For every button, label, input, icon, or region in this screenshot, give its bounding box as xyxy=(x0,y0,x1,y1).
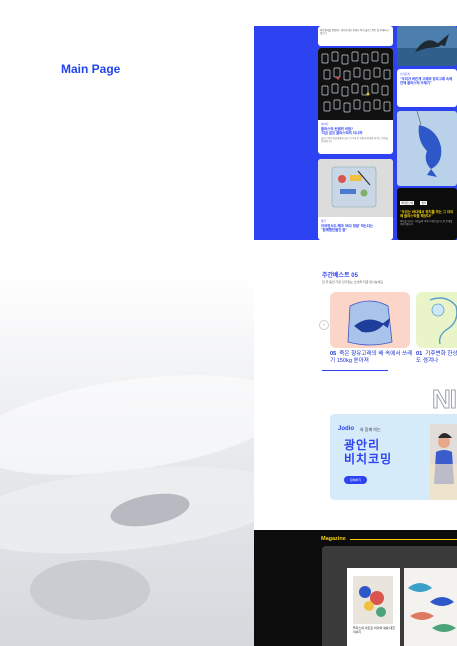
caption-text: 죽은 향유고래의 배 속에서 쓰레기 150kg 쏟아져 xyxy=(330,351,413,365)
magazine-caption: 플라스틱 아트로 바다와 새를 대한 이야기 xyxy=(353,626,395,634)
rank-number: 05 xyxy=(330,351,337,357)
card-tag: 이야기 xyxy=(321,123,329,126)
card-body: 플라스틱이 일상생활에 널리 쓰이게 된 과정과 환경에 미치는 영향을 살펴봅… xyxy=(321,136,388,143)
plastic-cups-image xyxy=(318,48,393,120)
weekly-best-title: 주간베스트 05 xyxy=(322,273,358,279)
rank-number: 01 xyxy=(416,351,423,357)
card-tag: 비대한도배 xyxy=(400,201,414,205)
trash-box-image xyxy=(318,159,393,217)
beach-rock xyxy=(30,560,150,620)
banner-lead: 와 함께 하는 xyxy=(360,427,381,432)
plastic-bag-image[interactable] xyxy=(397,111,457,186)
site-mockup: 해양생태를 위협하는 해양쓰레기 중에서 특히 플라스틱은 잘 분해되지 않는다 xyxy=(254,0,457,646)
person-illustration xyxy=(430,424,457,500)
active-indicator xyxy=(322,370,388,371)
magazine-page-right xyxy=(404,568,457,646)
card-tag: 브라운계 xyxy=(400,73,410,76)
feed-card-dark[interactable]: 비대한도배 생각 "우리는 바다에서 정치를 하는 그 자리에 플라스틱을 해양… xyxy=(397,188,457,240)
weekly-best-subtitle: 한 주 동안 가장 인기있는 소식을 지금 만나보세요 xyxy=(322,280,384,284)
card-tag: 생각 xyxy=(321,220,326,223)
card-body: 바다를 지키는 사람들의 이야기 해양 플라스틱 문제를 이야기합니다 xyxy=(400,219,453,226)
card-title: "우리는 바다에서 정치를 하는 그 자리에 플라스틱을 해양다!" xyxy=(400,210,454,219)
chevron-left-icon[interactable]: ‹ xyxy=(319,320,329,330)
feed-card-plastic[interactable]: 이야기 플라스틱 컨셉의 비밀? '지금 같은 플라스틱의 지나쳐' 플라스틱이… xyxy=(318,48,393,154)
magazine-section: Magazine 플라스틱 아트로 바다와 새를 대한 이야기 xyxy=(254,530,457,646)
card-text: 해양생태를 위협하는 해양쓰레기 중에서 특히 플라스틱은 잘 분해되지 않는다 xyxy=(320,29,389,36)
card-title: "우리가 버린게 고래와 장로고래 속에 안에 플라스틱 쓰레기" xyxy=(400,77,453,86)
card-title: 이러면서도 해마 '바다 정말' 착는다는 "함께했던물건 잘" xyxy=(321,224,374,233)
feed-section: 해양생태를 위협하는 해양쓰레기 중에서 특히 플라스틱은 잘 분해되지 않는다 xyxy=(254,26,457,240)
magazine-title: Magazine xyxy=(321,536,346,542)
best-card-whale[interactable] xyxy=(330,292,410,348)
best-card-climate[interactable] xyxy=(416,292,457,348)
best-caption-1[interactable]: 05 죽은 향유고래의 배 속에서 쓰레기 150kg 쏟아져 xyxy=(330,351,414,366)
brand-logo: Jodio xyxy=(338,426,354,432)
divider xyxy=(350,539,457,540)
caption-text: 기후변화 한상, 해양에서도 생겨나 xyxy=(416,351,457,365)
left-panel: Main Page xyxy=(0,0,254,646)
feed-card[interactable]: 해양생태를 위협하는 해양쓰레기 중에서 특히 플라스틱은 잘 분해되지 않는다 xyxy=(318,26,393,46)
whale-image[interactable] xyxy=(397,26,457,66)
feed-card-bottom[interactable]: 생각 이러면서도 해마 '바다 정말' 착는다는 "함께했던물건 잘" xyxy=(318,159,393,240)
promo-banner[interactable]: Jodio 와 함께 하는 광안리 비치코밍 참여하기 xyxy=(330,414,457,500)
banner-title-line: 비치코밍 xyxy=(344,452,393,467)
card-title: 플라스틱 컨셉의 비밀? '지금 같은 플라스틱의 지나쳐' xyxy=(321,127,363,136)
banner-title-line: 광안리 xyxy=(344,438,381,452)
banner-title: 광안리 비치코밍 xyxy=(344,438,392,467)
decorative-heading: NI xyxy=(432,384,457,415)
card-tag: 생각 xyxy=(420,201,428,205)
feed-card-whale[interactable]: 브라운계 "우리가 버린게 고래와 장로고래 속에 안에 플라스틱 쓰레기" xyxy=(397,69,457,107)
best-caption-2[interactable]: 01기후변화 한상, 해양에서도 생겨나 xyxy=(416,351,457,366)
page-title: Main Page xyxy=(61,62,121,76)
join-button[interactable]: 참여하기 xyxy=(344,476,368,484)
